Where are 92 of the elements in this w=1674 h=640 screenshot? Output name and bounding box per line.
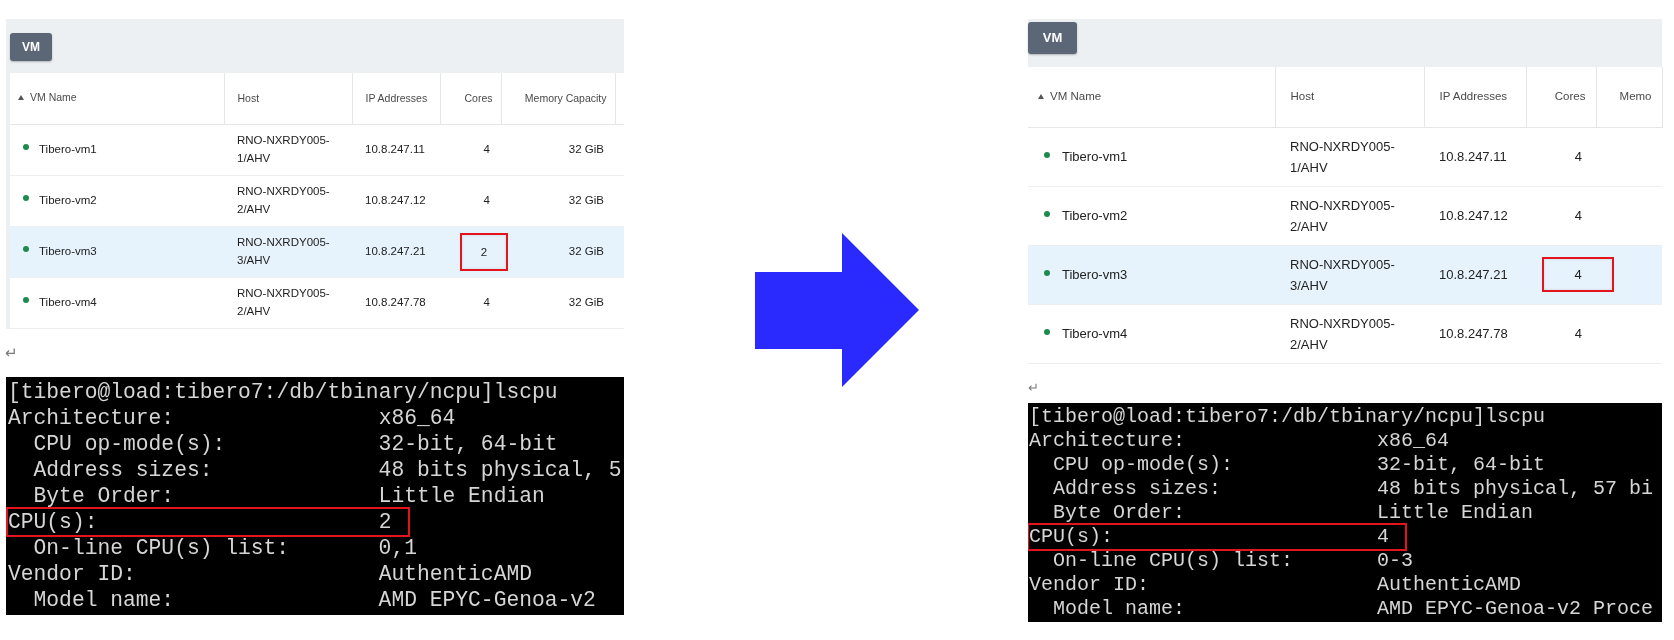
terminal-label: On-line CPU(s) list:: [33, 534, 291, 561]
terminal-value: 4: [1377, 524, 1390, 549]
terminal-label: Architecture:: [1029, 428, 1187, 453]
table-cell: 10.8.247.11: [1424, 127, 1526, 186]
terminal-label: Architecture:: [8, 404, 176, 431]
vm-name: Tibero-vm1: [39, 142, 97, 155]
terminal-value: 32-bit, 64-bit: [1377, 452, 1546, 477]
terminal-value: 48 bits physical, 5: [378, 456, 622, 483]
terminal-value: x86_64: [1377, 428, 1450, 453]
table-cell: 4: [1526, 304, 1596, 363]
terminal-value: AMD EPYC-Genoa-v2 Proce: [1377, 596, 1654, 621]
terminal-label: CPU op-mode(s):: [33, 430, 227, 457]
terminal-label: Vendor ID:: [1029, 572, 1151, 597]
command-line: [tibero@load:tibero7:/db/tbinary/ncpu]lscpu: [1029, 404, 1547, 429]
terminal-value: 0,1: [378, 534, 417, 561]
column-header[interactable]: Memo: [1596, 67, 1662, 127]
terminal-value: Little Endian: [1377, 500, 1534, 525]
column-header[interactable]: IP Addresses: [352, 73, 440, 124]
vm-button[interactable]: VM: [10, 33, 52, 61]
table-cell: RNO-NXRDY005-1/AHV: [224, 124, 352, 175]
terminal-value: x86_64: [378, 404, 456, 431]
terminal-value: 2: [378, 508, 392, 535]
terminal-label: On-line CPU(s) list:: [1053, 548, 1295, 573]
table-row[interactable]: Tibero-vm1 RNO-NXRDY005-1/AHV 10.8.247.11 4 32 GiB: [10, 124, 624, 175]
table-cell: 10.8.247.78: [352, 277, 440, 328]
table-cell: RNO-NXRDY005-1/AHV: [1275, 127, 1424, 186]
table-cell: 10.8.247.78: [1424, 304, 1526, 363]
column-header[interactable]: IP Addresses: [1424, 67, 1526, 127]
terminal-value: AuthenticAMD: [1377, 572, 1522, 597]
table-cell: 32 GiB: [501, 277, 615, 328]
table-row[interactable]: Tibero-vm4 RNO-NXRDY005-2/AHV 10.8.247.78 4 32 GiB: [10, 277, 624, 328]
table-cell: RNO-NXRDY005-2/AHV: [1275, 186, 1424, 245]
vm-name: Tibero-vm4: [1062, 326, 1128, 341]
terminal-value: 48 bits physical, 57 bi: [1377, 476, 1654, 501]
table-cell: 10.8.247.11: [352, 124, 440, 175]
command-line: [tibero@load:tibero7:/db/tbinary/ncpu]lscpu: [8, 378, 559, 405]
terminal-value: 0-3: [1377, 548, 1414, 573]
paragraph-mark: ↵: [5, 343, 18, 361]
table-cell: RNO-NXRDY005-3/AHV: [224, 226, 352, 277]
table-cell: 10.8.247.12: [352, 175, 440, 226]
table-cell: RNO-NXRDY005-3/AHV: [1275, 245, 1424, 304]
terminal-label: CPU(s):: [1029, 524, 1114, 549]
vm-name: Tibero-vm1: [1062, 149, 1128, 164]
table-cell: RNO-NXRDY005-2/AHV: [224, 175, 352, 226]
terminal-label: Address sizes:: [33, 456, 214, 483]
table-row[interactable]: Tibero-vm1 RNO-NXRDY005-1/AHV 10.8.247.11 4: [1028, 127, 1662, 186]
terminal-label: CPU(s):: [8, 508, 99, 535]
table-cell: 4: [440, 175, 501, 226]
terminal-value: AMD EPYC-Genoa-v2: [378, 586, 596, 613]
column-header[interactable]: Cores: [440, 73, 501, 124]
table-cell: 32 GiB: [501, 124, 615, 175]
terminal-value: 32-bit, 64-bit: [378, 430, 558, 457]
table-row[interactable]: Tibero-vm3 RNO-NXRDY005-3/AHV 10.8.247.21 2 32 GiB: [10, 226, 624, 277]
table-cell: 4: [440, 124, 501, 175]
vm-name: Tibero-vm4: [39, 295, 97, 308]
table-row[interactable]: Tibero-vm2 RNO-NXRDY005-2/AHV 10.8.247.12 4 32 GiB: [10, 175, 624, 226]
terminal-label: Byte Order:: [33, 482, 176, 509]
table-row[interactable]: Tibero-vm4 RNO-NXRDY005-2/AHV 10.8.247.78 4: [1028, 304, 1662, 363]
paragraph-mark: ↵: [1028, 379, 1039, 395]
highlighted-value: 2: [460, 232, 508, 271]
table-row[interactable]: Tibero-vm3 RNO-NXRDY005-3/AHV 10.8.247.21 4: [1028, 245, 1662, 304]
column-header[interactable]: Host: [224, 73, 352, 124]
table-cell: 32 GiB: [501, 175, 615, 226]
terminal-label: Model name:: [33, 586, 176, 613]
vm-name: Tibero-vm2: [1062, 208, 1128, 223]
table-row[interactable]: Tibero-vm2 RNO-NXRDY005-2/AHV 10.8.247.12 4: [1028, 186, 1662, 245]
table-cell: RNO-NXRDY005-2/AHV: [1275, 304, 1424, 363]
terminal-label: Byte Order:: [1053, 500, 1187, 525]
table-cell: 10.8.247.21: [1424, 245, 1526, 304]
table-cell: 10.8.247.12: [1424, 186, 1526, 245]
table-cell: 4: [1526, 127, 1596, 186]
vm-button[interactable]: VM: [1028, 22, 1077, 54]
column-header[interactable]: Host: [1275, 67, 1424, 127]
terminal-value: Little Endian: [378, 482, 545, 509]
column-header[interactable]: Cores: [1526, 67, 1596, 127]
terminal-label: CPU op-mode(s):: [1053, 452, 1235, 477]
terminal-value: AuthenticAMD: [378, 560, 532, 587]
column-header[interactable]: VM Name: [10, 73, 224, 124]
vm-name: Tibero-vm3: [39, 244, 97, 257]
table-cell: 4: [1526, 186, 1596, 245]
highlighted-value: 4: [1542, 257, 1614, 292]
vm-name: Tibero-vm3: [1062, 267, 1128, 282]
terminal-label: Address sizes:: [1053, 476, 1223, 501]
column-header[interactable]: VM Name: [1028, 67, 1275, 127]
terminal-label: Model name:: [1053, 596, 1187, 621]
terminal-label: Vendor ID:: [8, 560, 137, 587]
table-cell: RNO-NXRDY005-2/AHV: [224, 277, 352, 328]
column-header[interactable]: Memory Capacity: [501, 73, 615, 124]
table-cell: 4: [440, 277, 501, 328]
table-cell: 10.8.247.21: [352, 226, 440, 277]
table-cell: 32 GiB: [501, 226, 615, 277]
vm-name: Tibero-vm2: [39, 193, 97, 206]
